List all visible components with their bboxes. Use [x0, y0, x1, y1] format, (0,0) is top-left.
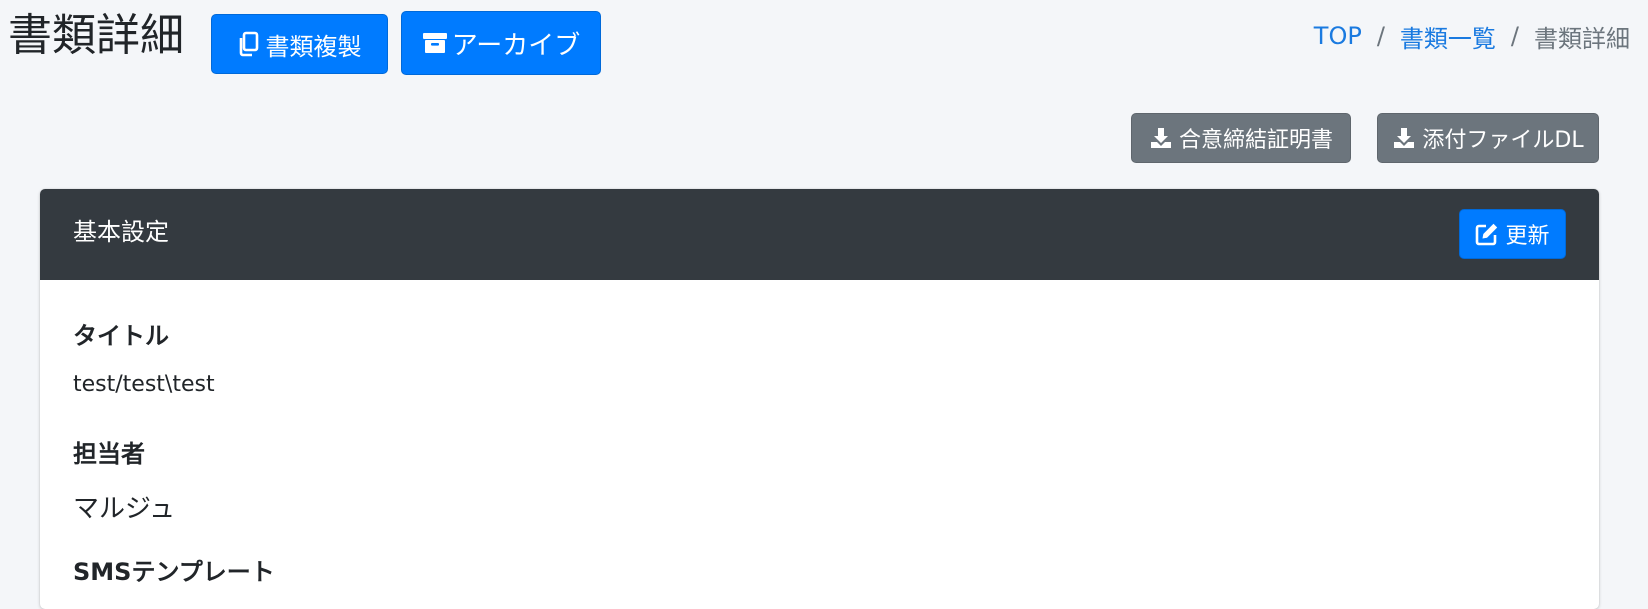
- basic-settings-card: 基本設定 更新: [40, 189, 1599, 609]
- agreement-certificate-button[interactable]: 合意締結証明書: [1131, 113, 1351, 163]
- card-header: 基本設定 更新: [40, 189, 1599, 280]
- breadcrumb-separator: /: [1376, 22, 1385, 50]
- download-icon: [1149, 126, 1173, 150]
- attachment-download-label: 添付ファイルDL: [1422, 128, 1584, 153]
- breadcrumb-document-list-link[interactable]: 書類一覧: [1400, 19, 1496, 54]
- sms-template-field-label: SMSテンプレート: [73, 558, 275, 586]
- assignee-field-value: マルジュ: [73, 494, 176, 524]
- breadcrumb: TOP / 書類一覧 / 書類詳細: [1314, 16, 1630, 56]
- title-field-label: タイトル: [73, 322, 169, 350]
- breadcrumb-top-link[interactable]: TOP: [1314, 22, 1362, 50]
- breadcrumb-separator: /: [1510, 22, 1519, 50]
- title-field-value: test/test\test: [73, 372, 215, 397]
- card-title: 基本設定: [73, 218, 169, 246]
- update-label: 更新: [1505, 224, 1550, 249]
- update-button[interactable]: 更新: [1459, 209, 1566, 259]
- page-title: 書類詳細: [8, 10, 184, 61]
- archive-button[interactable]: アーカイブ: [401, 11, 601, 75]
- copy-document-button[interactable]: 書類複製: [211, 14, 388, 74]
- assignee-field-label: 担当者: [73, 440, 145, 468]
- copy-document-label: 書類複製: [265, 32, 362, 61]
- download-icon: [1392, 126, 1416, 150]
- attachment-download-button[interactable]: 添付ファイルDL: [1377, 113, 1599, 163]
- archive-icon: [422, 31, 448, 55]
- agreement-certificate-label: 合意締結証明書: [1178, 128, 1333, 153]
- copy-icon: [238, 31, 260, 57]
- breadcrumb-current: 書類詳細: [1534, 24, 1630, 53]
- edit-icon: [1475, 222, 1499, 246]
- page-header: 書類詳細 書類複製 アーカイブ TOP / 書類一覧 / 書類詳細: [0, 0, 1648, 100]
- archive-label: アーカイブ: [451, 30, 581, 61]
